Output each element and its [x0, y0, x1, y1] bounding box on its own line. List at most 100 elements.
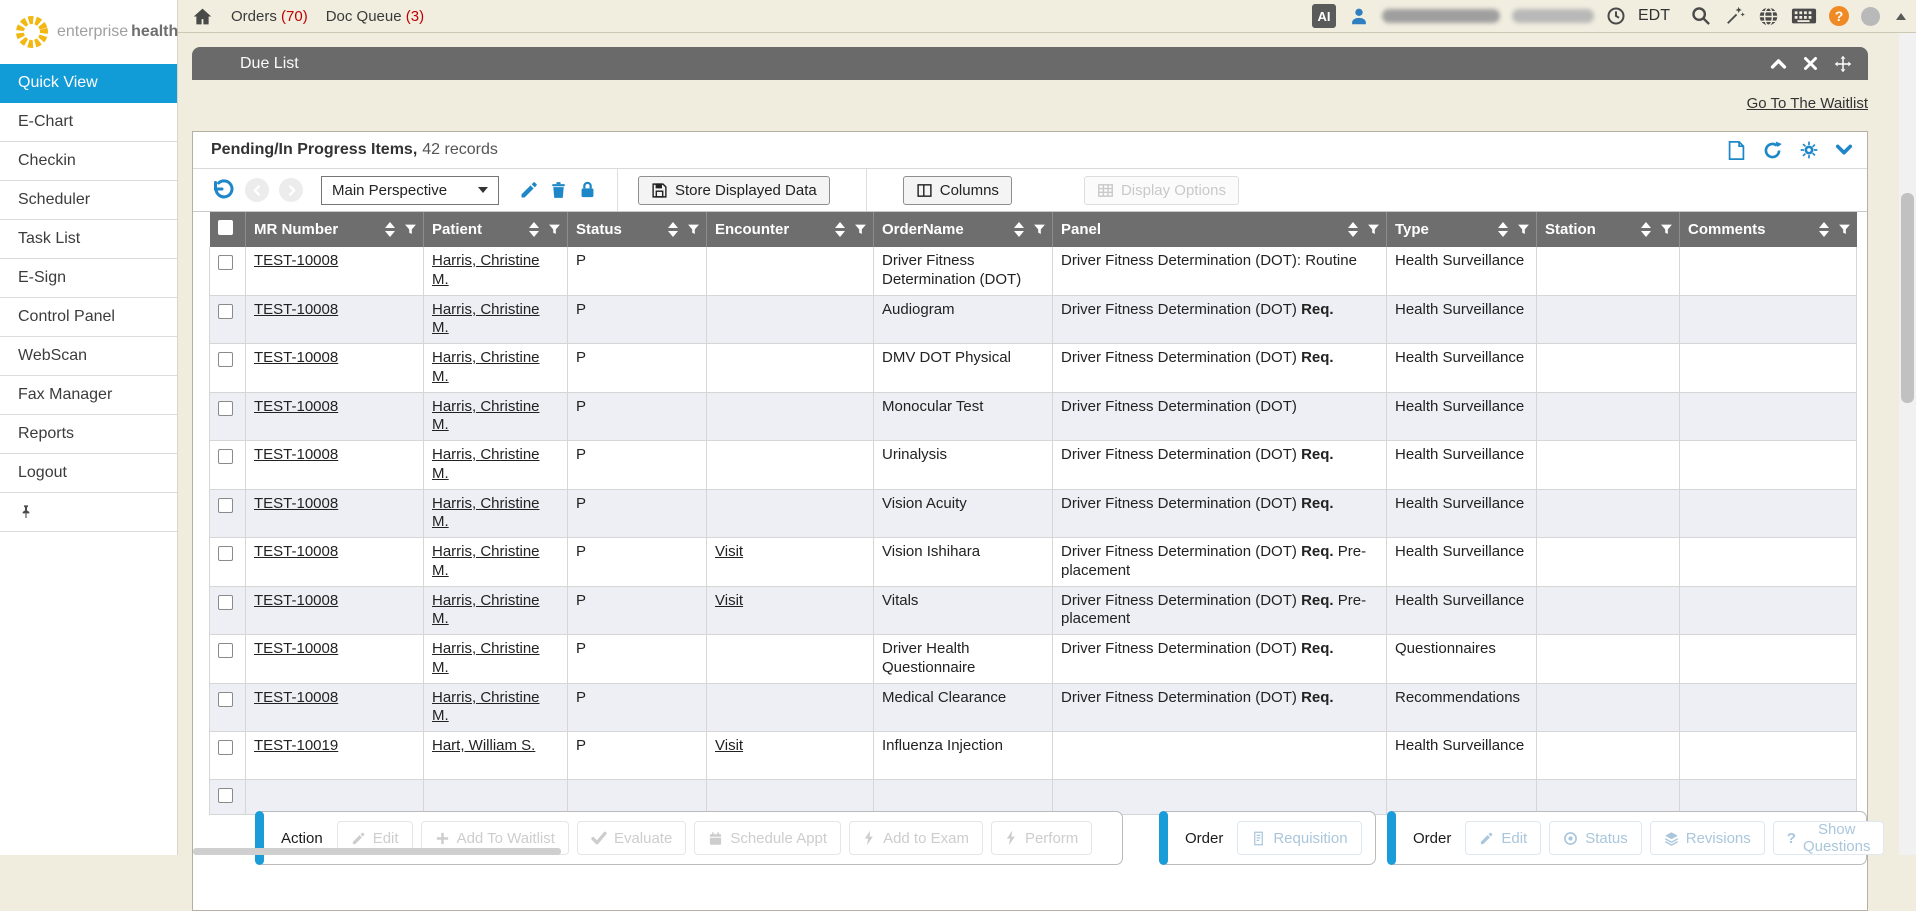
avatar[interactable] [1861, 7, 1880, 26]
patient-link[interactable]: Harris, Christine M. [432, 640, 540, 676]
patient-link[interactable]: Harris, Christine M. [432, 689, 540, 725]
back-icon[interactable] [245, 178, 269, 202]
collapse-icon[interactable] [1770, 57, 1787, 70]
row-checkbox[interactable] [218, 788, 233, 803]
filter-icon[interactable] [687, 223, 700, 236]
edit-pencil-icon[interactable] [519, 180, 539, 200]
patient-link[interactable]: Harris, Christine M. [432, 495, 540, 531]
sort-icon[interactable] [1641, 222, 1651, 237]
keyboard-icon[interactable] [1791, 6, 1817, 26]
select-all-checkbox[interactable] [218, 220, 233, 235]
lock-icon[interactable] [578, 180, 597, 200]
add-to-exam-button[interactable]: Add to Exam [849, 821, 983, 855]
row-checkbox[interactable] [218, 692, 233, 707]
mr-number-link[interactable]: TEST-10008 [254, 495, 338, 512]
ai-badge[interactable]: AI [1312, 4, 1336, 28]
topnav-orders[interactable]: Orders (70) [231, 8, 308, 25]
encounter-link[interactable]: Visit [715, 592, 743, 609]
row-checkbox[interactable] [218, 352, 233, 367]
filter-icon[interactable] [1367, 223, 1380, 236]
row-checkbox[interactable] [218, 401, 233, 416]
sort-icon[interactable] [1819, 222, 1829, 237]
horizontal-scrollbar-thumb[interactable] [193, 848, 561, 855]
sort-icon[interactable] [1348, 222, 1358, 237]
filter-icon[interactable] [404, 223, 417, 236]
sort-icon[interactable] [529, 222, 539, 237]
evaluate-button[interactable]: Evaluate [577, 821, 686, 855]
sort-icon[interactable] [1498, 222, 1508, 237]
sort-icon[interactable] [668, 222, 678, 237]
mr-number-link[interactable]: TEST-10008 [254, 689, 338, 706]
patient-link[interactable]: Harris, Christine M. [432, 301, 540, 337]
mr-number-link[interactable]: TEST-10008 [254, 398, 338, 415]
order-status-button[interactable]: Status [1549, 821, 1642, 855]
mr-number-link[interactable]: TEST-10008 [254, 446, 338, 463]
store-displayed-data-button[interactable]: Store Displayed Data [638, 176, 830, 205]
vertical-scrollbar-thumb[interactable] [1901, 193, 1914, 403]
filter-icon[interactable] [1517, 223, 1530, 236]
patient-link[interactable]: Harris, Christine M. [432, 349, 540, 385]
go-to-waitlist-link[interactable]: Go To The Waitlist [1747, 95, 1868, 112]
move-icon[interactable] [1834, 55, 1852, 73]
row-checkbox[interactable] [218, 255, 233, 270]
topnav-doc-queue[interactable]: Doc Queue (3) [326, 8, 424, 25]
forward-icon[interactable] [279, 178, 303, 202]
sidebar-item-scheduler[interactable]: Scheduler [0, 181, 177, 220]
clock-icon[interactable] [1606, 6, 1626, 26]
filter-icon[interactable] [854, 223, 867, 236]
sort-icon[interactable] [385, 222, 395, 237]
row-checkbox[interactable] [218, 595, 233, 610]
sort-icon[interactable] [835, 222, 845, 237]
row-checkbox[interactable] [218, 498, 233, 513]
sidebar-item-webscan[interactable]: WebScan [0, 337, 177, 376]
sidebar-item-quick-view[interactable]: Quick View [0, 64, 177, 103]
filter-icon[interactable] [548, 223, 561, 236]
row-checkbox[interactable] [218, 449, 233, 464]
wand-icon[interactable] [1724, 5, 1746, 27]
undo-icon[interactable] [211, 178, 235, 202]
mr-number-link[interactable]: TEST-10008 [254, 252, 338, 269]
order-revisions-button[interactable]: Revisions [1650, 821, 1765, 855]
vertical-scrollbar[interactable] [1899, 33, 1916, 855]
row-checkbox[interactable] [218, 643, 233, 658]
mr-number-link[interactable]: TEST-10019 [254, 737, 338, 754]
patient-link[interactable]: Hart, William S. [432, 737, 535, 754]
order-edit-button[interactable]: Edit [1465, 821, 1541, 855]
patient-link[interactable]: Harris, Christine M. [432, 543, 540, 579]
chevron-down-icon[interactable] [1835, 143, 1853, 157]
schedule-appt-button[interactable]: Schedule Appt [694, 821, 841, 855]
mr-number-link[interactable]: TEST-10008 [254, 301, 338, 318]
gear-icon[interactable] [1799, 140, 1819, 160]
sidebar-item-reports[interactable]: Reports [0, 415, 177, 454]
mr-number-link[interactable]: TEST-10008 [254, 592, 338, 609]
close-icon[interactable] [1803, 56, 1818, 71]
requisition-button[interactable]: Requisition [1237, 821, 1361, 855]
sidebar-item-control-panel[interactable]: Control Panel [0, 298, 177, 337]
patient-link[interactable]: Harris, Christine M. [432, 252, 540, 288]
refresh-icon[interactable] [1762, 140, 1783, 161]
sidebar-item-logout[interactable]: Logout [0, 454, 177, 493]
columns-button[interactable]: Columns [903, 176, 1012, 205]
row-checkbox[interactable] [218, 546, 233, 561]
user-icon[interactable] [1348, 5, 1370, 27]
scroll-top-arrow-icon[interactable] [1896, 13, 1906, 20]
pushpin-icon[interactable] [18, 504, 34, 520]
sidebar-item-checkin[interactable]: Checkin [0, 142, 177, 181]
filter-icon[interactable] [1838, 223, 1851, 236]
filter-icon[interactable] [1033, 223, 1046, 236]
sort-icon[interactable] [1014, 222, 1024, 237]
sidebar-item-e-sign[interactable]: E-Sign [0, 259, 177, 298]
sidebar-item-task-list[interactable]: Task List [0, 220, 177, 259]
patient-link[interactable]: Harris, Christine M. [432, 592, 540, 628]
display-options-button[interactable]: Display Options [1084, 176, 1239, 205]
perspective-select[interactable]: Main Perspective [321, 176, 499, 205]
sidebar-item-fax-manager[interactable]: Fax Manager [0, 376, 177, 415]
new-document-icon[interactable] [1727, 140, 1746, 161]
patient-link[interactable]: Harris, Christine M. [432, 446, 540, 482]
show-questions-button[interactable]: ? Show Questions [1773, 821, 1885, 855]
globe-icon[interactable] [1758, 6, 1779, 27]
home-icon[interactable] [192, 6, 213, 27]
encounter-link[interactable]: Visit [715, 737, 743, 754]
help-icon[interactable]: ? [1829, 6, 1849, 26]
patient-link[interactable]: Harris, Christine M. [432, 398, 540, 434]
